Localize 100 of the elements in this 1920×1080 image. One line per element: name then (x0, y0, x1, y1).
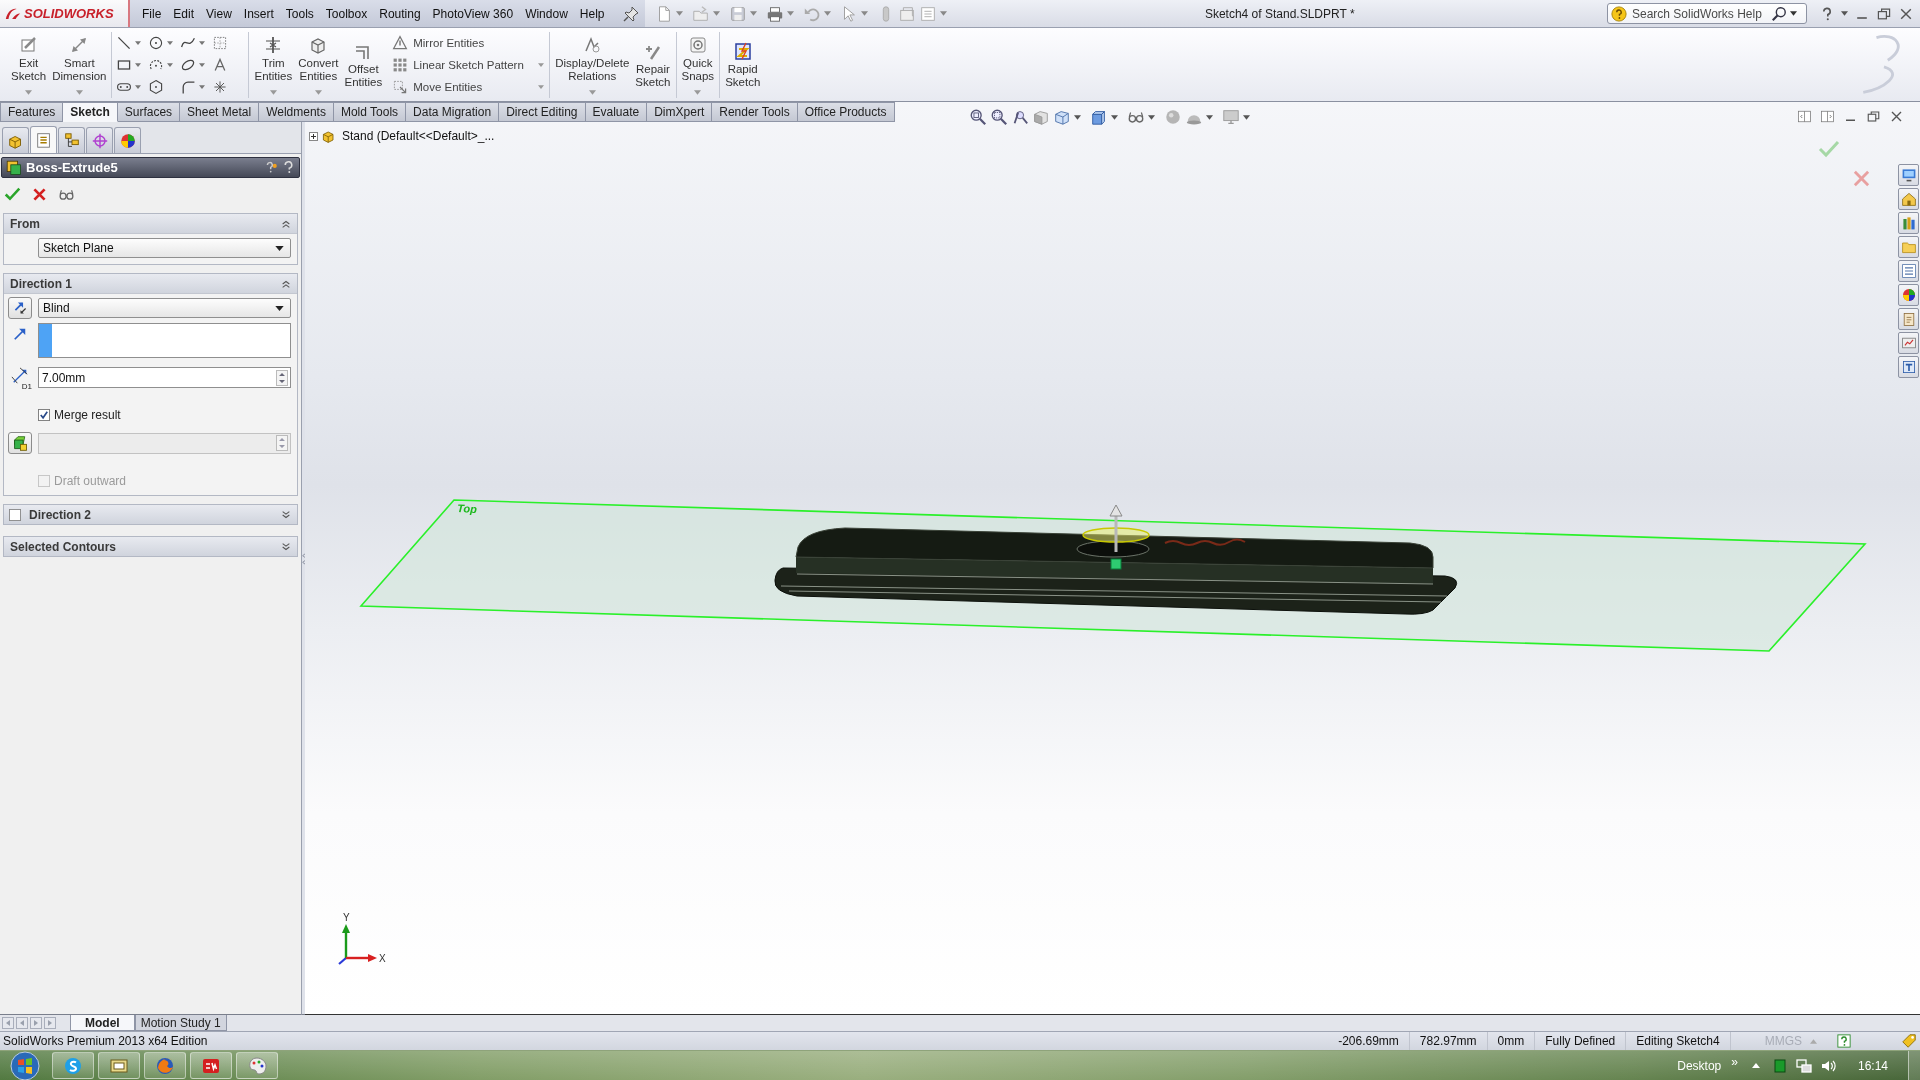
tab[interactable]: Model (70, 1015, 135, 1031)
menu-item[interactable]: File (136, 2, 168, 25)
confirm-check-icon[interactable] (1818, 139, 1840, 159)
tool-button[interactable]: Smart Dimension (49, 32, 110, 98)
section-header[interactable]: From (4, 214, 297, 233)
expand-toggle-icon[interactable] (309, 131, 318, 141)
taskbar-app-button[interactable] (144, 1052, 186, 1079)
draft-button[interactable] (8, 432, 32, 454)
tab[interactable]: Render Tools (712, 102, 798, 122)
caret-icon[interactable] (1074, 114, 1081, 120)
drag-arrow-handle[interactable] (1082, 504, 1150, 552)
tab[interactable]: DimXpert (647, 102, 713, 122)
tool-button[interactable]: Rapid Sketch (722, 32, 764, 98)
tool-button[interactable]: Move Entities (389, 78, 548, 96)
tab[interactable]: Surfaces (117, 102, 181, 122)
task-pane-tab[interactable] (1898, 188, 1919, 210)
tab[interactable]: Weldments (259, 102, 334, 122)
start-button[interactable] (10, 1050, 40, 1080)
tab[interactable]: Mold Tools (333, 102, 407, 122)
menu-item[interactable]: Tools (279, 2, 320, 25)
menu-item[interactable]: Routing (373, 2, 427, 25)
section-header[interactable]: Selected Contours (4, 537, 297, 556)
fillet-tool-icon[interactable] (180, 79, 197, 95)
tab[interactable]: Features (0, 102, 64, 122)
reverse-direction-button[interactable] (8, 297, 32, 319)
tab[interactable]: Sheet Metal (180, 102, 260, 122)
caret-icon[interactable] (1148, 114, 1155, 120)
ok-check-icon[interactable] (4, 185, 21, 203)
tab[interactable]: Data Migration (406, 102, 500, 122)
zoom-area-icon[interactable] (990, 108, 1008, 126)
menu-item[interactable]: Edit (167, 2, 201, 25)
manager-tab[interactable] (58, 127, 85, 153)
view-cube-icon[interactable] (1053, 108, 1071, 126)
section-header[interactable]: Direction 1 (4, 274, 297, 293)
taskbar-app-button[interactable] (190, 1052, 232, 1079)
tool-button[interactable]: Convert Entities (295, 32, 342, 98)
manager-tab[interactable] (86, 127, 113, 153)
tool-button[interactable]: Exit Sketch (8, 32, 50, 98)
toolbar-overflow-button[interactable]: » (1727, 1054, 1742, 1069)
close-icon[interactable] (1889, 109, 1904, 124)
tile-right-icon[interactable] (1820, 109, 1835, 124)
shaded-cube-icon[interactable] (1090, 108, 1108, 126)
tool-button[interactable]: Trim Entities (251, 32, 296, 98)
show-desktop-button[interactable] (1908, 1050, 1920, 1080)
help-icon[interactable] (1837, 1034, 1851, 1048)
point-tool-icon[interactable] (212, 79, 229, 95)
line-tool-icon[interactable] (116, 35, 133, 51)
circle-tool-icon[interactable] (148, 35, 165, 51)
menu-item[interactable]: Help (573, 2, 611, 25)
task-pane-tab[interactable] (1898, 356, 1919, 378)
tab[interactable]: Evaluate (585, 102, 648, 122)
selection-list-field[interactable] (38, 323, 291, 358)
tool-button[interactable]: Linear Sketch Pattern (389, 56, 548, 74)
task-pane-tab[interactable] (1898, 164, 1919, 186)
taskbar-app-button[interactable] (52, 1052, 94, 1079)
restore-icon[interactable] (1866, 109, 1881, 124)
splitter-grip-icon[interactable] (301, 550, 306, 568)
tool-button[interactable]: Repair Sketch (632, 32, 674, 98)
tool-button[interactable]: Display/Delete Relations (552, 32, 633, 98)
dashed-grid-icon[interactable] (212, 35, 229, 51)
depth-field[interactable]: 7.00mm (38, 367, 291, 388)
tool-button[interactable]: Quick Snaps (678, 32, 718, 98)
menu-item[interactable]: View (200, 2, 238, 25)
tab[interactable]: Direct Editing (499, 102, 586, 122)
magnifier-arrow-icon[interactable] (1011, 108, 1029, 126)
ellipse-tool-icon[interactable] (180, 57, 197, 73)
clock[interactable]: 16:14 (1857, 1058, 1888, 1073)
help-search-field[interactable]: Search SolidWorks Help (1607, 3, 1807, 24)
task-pane-tab[interactable] (1898, 212, 1919, 234)
tray-caret-icon[interactable] (1751, 1063, 1760, 1068)
tab[interactable]: Motion Study 1 (134, 1015, 227, 1031)
network-icon[interactable] (1795, 1057, 1812, 1074)
search-icon[interactable] (1771, 5, 1787, 22)
save-icon[interactable] (728, 4, 747, 23)
tile-left-icon[interactable] (1797, 109, 1812, 124)
tool-button[interactable]: Mirror Entities (389, 34, 548, 52)
rectangle-tool-icon[interactable] (116, 57, 133, 73)
pin-icon[interactable] (622, 5, 639, 22)
toolbar-label[interactable]: Desktop (1677, 1058, 1722, 1073)
menu-item[interactable]: Window (519, 2, 574, 25)
menu-item[interactable]: Insert (237, 2, 280, 25)
manager-tab[interactable] (2, 127, 29, 153)
caret-icon[interactable] (1841, 11, 1848, 16)
task-pane-tab[interactable] (1898, 308, 1919, 330)
taskbar-app-button[interactable] (98, 1052, 140, 1079)
caret-icon[interactable] (1206, 114, 1213, 120)
manager-tab[interactable] (114, 127, 141, 153)
checkbox[interactable] (38, 409, 50, 421)
tool-button[interactable]: Offset Entities (341, 32, 386, 98)
manager-tab[interactable] (30, 126, 57, 153)
checkbox[interactable] (9, 508, 21, 521)
zoom-to-fit-icon[interactable] (969, 108, 987, 126)
caret-icon[interactable] (1111, 114, 1118, 120)
caret-icon[interactable] (1243, 114, 1250, 120)
print-icon[interactable] (765, 4, 784, 23)
tree-item[interactable]: Stand (Default<<Default>_... (342, 129, 495, 143)
dropdown[interactable]: Sketch Plane (38, 238, 291, 258)
tab[interactable]: Office Products (797, 102, 895, 122)
tag-icon[interactable] (1901, 1033, 1917, 1049)
taskbar-app-button[interactable] (236, 1052, 278, 1079)
